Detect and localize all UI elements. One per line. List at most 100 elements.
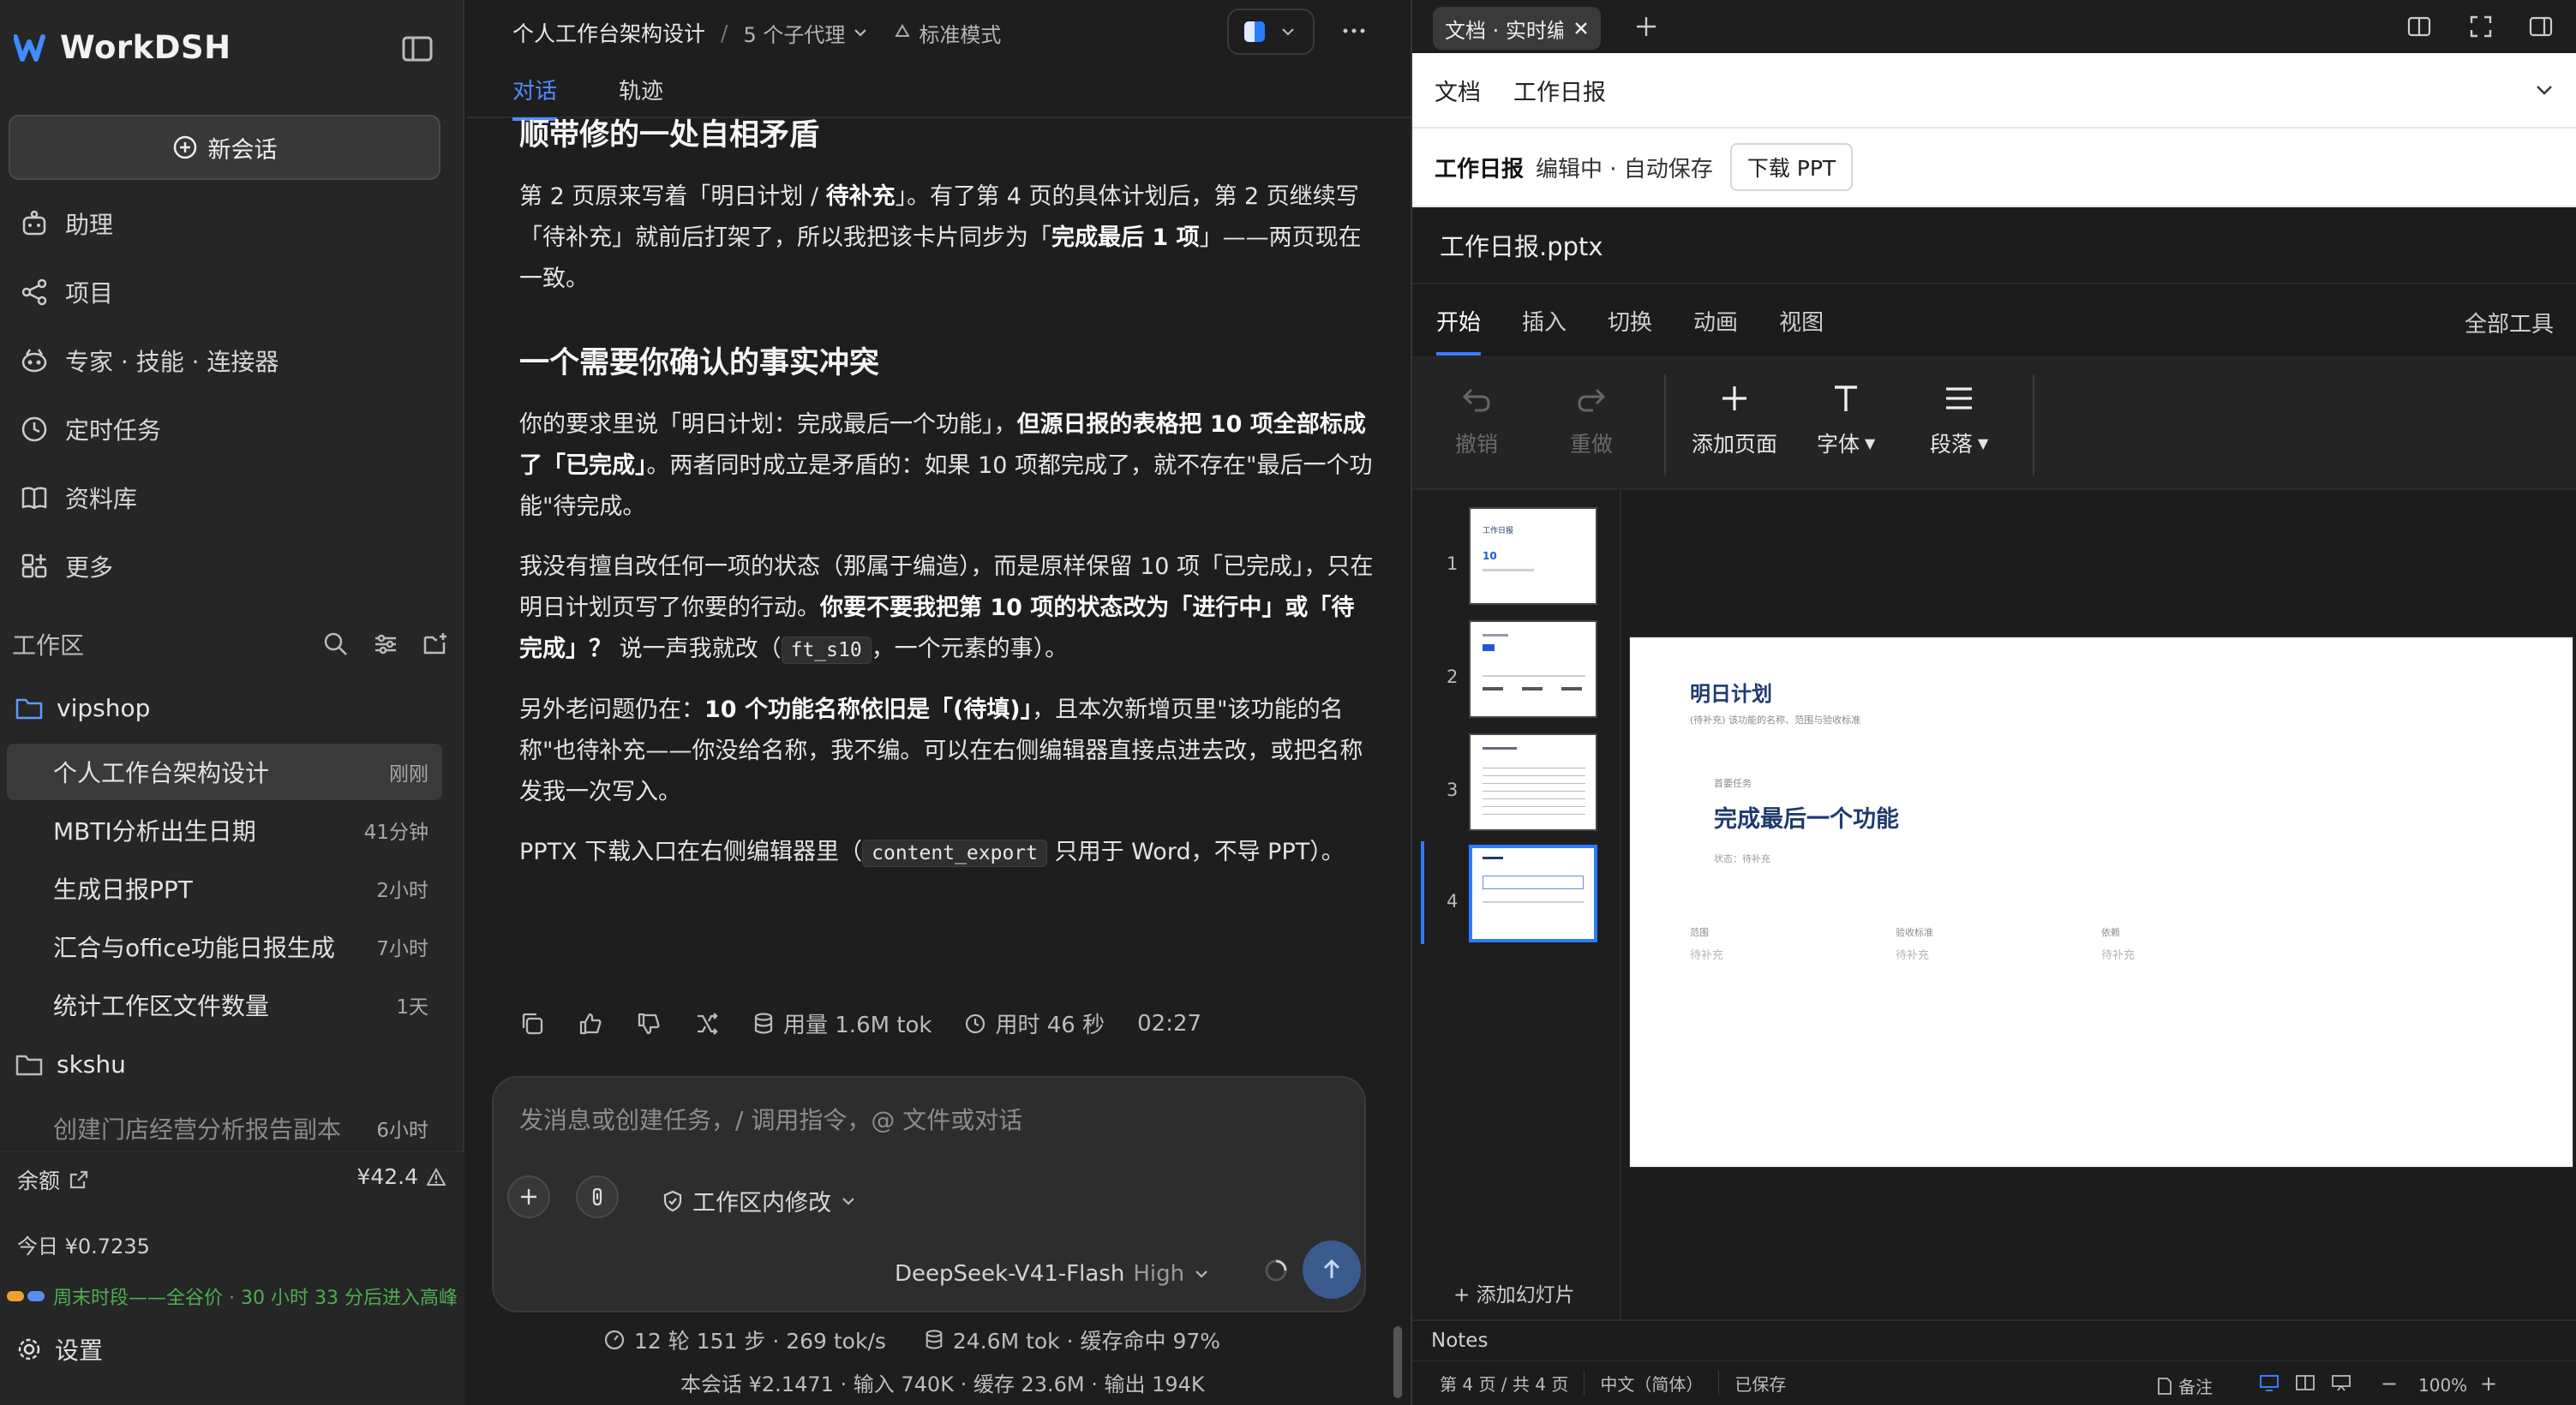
conversation-item[interactable]: 个人工作台架构设计 刚刚 xyxy=(7,744,442,800)
ribbon-tab-transition[interactable]: 切换 xyxy=(1608,305,1652,337)
add-attachment-button[interactable] xyxy=(507,1175,550,1218)
folder-vipshop[interactable]: vipshop xyxy=(15,694,150,722)
normal-view-icon[interactable] xyxy=(2259,1373,2279,1392)
presentation-icon[interactable] xyxy=(2331,1373,2351,1392)
copy-icon[interactable] xyxy=(519,1011,545,1037)
tab-label: 文档 · 实时编 xyxy=(1445,18,1563,43)
add-slide-button[interactable]: + 添加幻灯片 xyxy=(1453,1278,1575,1307)
app-switcher[interactable] xyxy=(1227,9,1315,55)
new-tab-icon[interactable] xyxy=(1633,14,1659,39)
more-options-icon[interactable] xyxy=(1340,17,1368,45)
sidebar-toggle-icon[interactable] xyxy=(401,33,434,65)
zoom-in-icon[interactable]: + xyxy=(2480,1372,2497,1396)
all-tools-button[interactable]: 全部工具 xyxy=(2465,307,2554,338)
filter-icon[interactable] xyxy=(372,631,399,658)
conversation-time: 2小时 xyxy=(376,880,428,902)
language-indicator[interactable]: 中文（简体） xyxy=(1585,1371,1720,1396)
slide-subtitle[interactable]: (待补充) 该功能的名称、范围与验收标准 xyxy=(1690,713,1860,726)
conversation-item[interactable]: MBTI分析出生日期 41分钟 xyxy=(7,802,442,858)
conversation-time: 刚刚 xyxy=(389,763,428,786)
notes-pane[interactable]: Notes xyxy=(1412,1319,2576,1360)
doc-tab-documents[interactable]: 文档 xyxy=(1435,74,1481,107)
text-icon xyxy=(1829,381,1863,416)
conversation-item[interactable]: 创建门店经营分析报告副本 6小时 xyxy=(7,1100,442,1157)
download-ppt-button[interactable]: 下载 PPT xyxy=(1729,143,1854,191)
slide-thumbnail[interactable]: 工作日报 10 xyxy=(1469,507,1597,605)
slide-thumbnail[interactable] xyxy=(1469,733,1597,831)
slide-col-label[interactable]: 依赖 xyxy=(2101,925,2120,939)
steps-stat: 12 轮 151 步 · 269 tok/s xyxy=(634,1329,886,1354)
folder-name: vipshop xyxy=(57,694,151,722)
balance-link[interactable]: 余额 xyxy=(17,1164,89,1195)
chat-scrollbar[interactable] xyxy=(1393,1326,1402,1398)
zoom-out-icon[interactable]: − xyxy=(2381,1372,2398,1396)
brand[interactable]: WorkDSH xyxy=(14,29,231,66)
doc-live-tab[interactable]: 文档 · 实时编 xyxy=(1433,7,1601,50)
slide-thumbnail[interactable] xyxy=(1469,620,1597,718)
fullscreen-icon[interactable] xyxy=(2468,14,2494,39)
slide-col-label[interactable]: 范围 xyxy=(1690,925,1709,939)
settings-button[interactable]: 设置 xyxy=(15,1332,103,1366)
thumbs-up-icon[interactable] xyxy=(578,1011,603,1037)
message-input[interactable]: 发消息或创建任务，/ 调用指令，@ 文件或对话 xyxy=(519,1102,1022,1136)
chevron-down-icon xyxy=(840,1193,857,1210)
today-cost: 今日 ¥0.7235 xyxy=(17,1235,150,1259)
nav-experts[interactable]: 专家 · 技能 · 连接器 xyxy=(17,337,279,385)
nav-more[interactable]: 更多 xyxy=(17,542,113,590)
slide-col-value[interactable]: 待补充 xyxy=(1690,946,1723,962)
slide-thumbnail-selected[interactable] xyxy=(1469,845,1597,942)
scope-dropdown[interactable]: 工作区内修改 xyxy=(662,1184,857,1217)
slide-headline[interactable]: 完成最后一个功能 xyxy=(1714,800,1899,834)
split-view-icon[interactable] xyxy=(2406,14,2432,39)
paragraph-button[interactable]: 段落 ▼ xyxy=(1930,381,1988,458)
slide-col-value[interactable]: 待补充 xyxy=(1896,946,1929,962)
thumb-mark xyxy=(1561,687,1582,691)
undo-button[interactable]: 撤销 xyxy=(1455,381,1498,458)
add-page-button[interactable]: 添加页面 xyxy=(1692,381,1777,458)
attach-file-button[interactable] xyxy=(576,1175,619,1218)
model-selector[interactable]: DeepSeek-V41-Flash High xyxy=(895,1261,1210,1287)
slide-title[interactable]: 明日计划 xyxy=(1690,677,1772,707)
doc-tab-daily-report[interactable]: 工作日报 xyxy=(1513,74,1606,107)
nav-scheduled[interactable]: 定时任务 xyxy=(17,405,161,453)
slide-kicker[interactable]: 首要任务 xyxy=(1714,776,1752,790)
duration-stat: 用时 46 秒 xyxy=(964,1007,1105,1039)
panel-toggle-icon[interactable] xyxy=(2528,14,2554,39)
chevron-down-icon[interactable] xyxy=(2533,79,2555,101)
new-chat-button[interactable]: 新会话 xyxy=(9,115,440,180)
send-button[interactable] xyxy=(1303,1241,1361,1299)
nav-assistant[interactable]: 助理 xyxy=(17,200,113,248)
branch-icon[interactable] xyxy=(694,1011,720,1037)
folder-skshu[interactable]: skshu xyxy=(15,1050,126,1079)
search-icon[interactable] xyxy=(322,631,350,658)
reading-view-icon[interactable] xyxy=(2295,1373,2315,1392)
mode-indicator[interactable]: 标准模式 xyxy=(893,18,1001,48)
ribbon-tab-home[interactable]: 开始 xyxy=(1436,305,1482,356)
slide-state[interactable]: 状态：待补充 xyxy=(1714,852,1770,865)
new-folder-icon[interactable] xyxy=(422,631,449,658)
conversation-item[interactable]: 汇合与office功能日报生成 7小时 xyxy=(7,918,442,975)
slide-col-value[interactable]: 待补充 xyxy=(2101,946,2135,962)
font-button[interactable]: 字体 ▼ xyxy=(1817,381,1875,458)
nav-library[interactable]: 资料库 xyxy=(17,474,137,522)
nav-projects[interactable]: 项目 xyxy=(17,268,113,316)
book-icon xyxy=(17,481,51,515)
agents-dropdown[interactable]: 5 个子代理 xyxy=(743,18,869,48)
ribbon-tab-insert[interactable]: 插入 xyxy=(1522,305,1567,337)
gear-icon xyxy=(15,1336,43,1363)
ribbon-tab-animation[interactable]: 动画 xyxy=(1693,305,1738,337)
align-icon xyxy=(1942,381,1976,416)
conversation-item[interactable]: 统计工作区文件数量 1天 xyxy=(7,977,442,1033)
slide-col-label[interactable]: 验收标准 xyxy=(1896,925,1933,939)
conversation-item[interactable]: 生成日报PPT 2小时 xyxy=(7,860,442,917)
caret-down-icon: ▼ xyxy=(1865,434,1876,451)
ppt-filename: 工作日报.pptx xyxy=(1412,207,2576,284)
paragraph: 我没有擅自改任何一项的状态（那属于编造），而是原样保留 10 项「已完成」，只在… xyxy=(519,553,1374,664)
notes-toggle[interactable]: 备注 xyxy=(2156,1373,2213,1398)
thumbs-down-icon[interactable] xyxy=(636,1011,662,1037)
ribbon-tab-view[interactable]: 视图 xyxy=(1779,305,1824,337)
close-icon[interactable] xyxy=(1573,21,1589,36)
folder-icon xyxy=(15,697,43,720)
workdsh-logo-icon xyxy=(14,33,51,63)
redo-button[interactable]: 重做 xyxy=(1570,381,1613,458)
